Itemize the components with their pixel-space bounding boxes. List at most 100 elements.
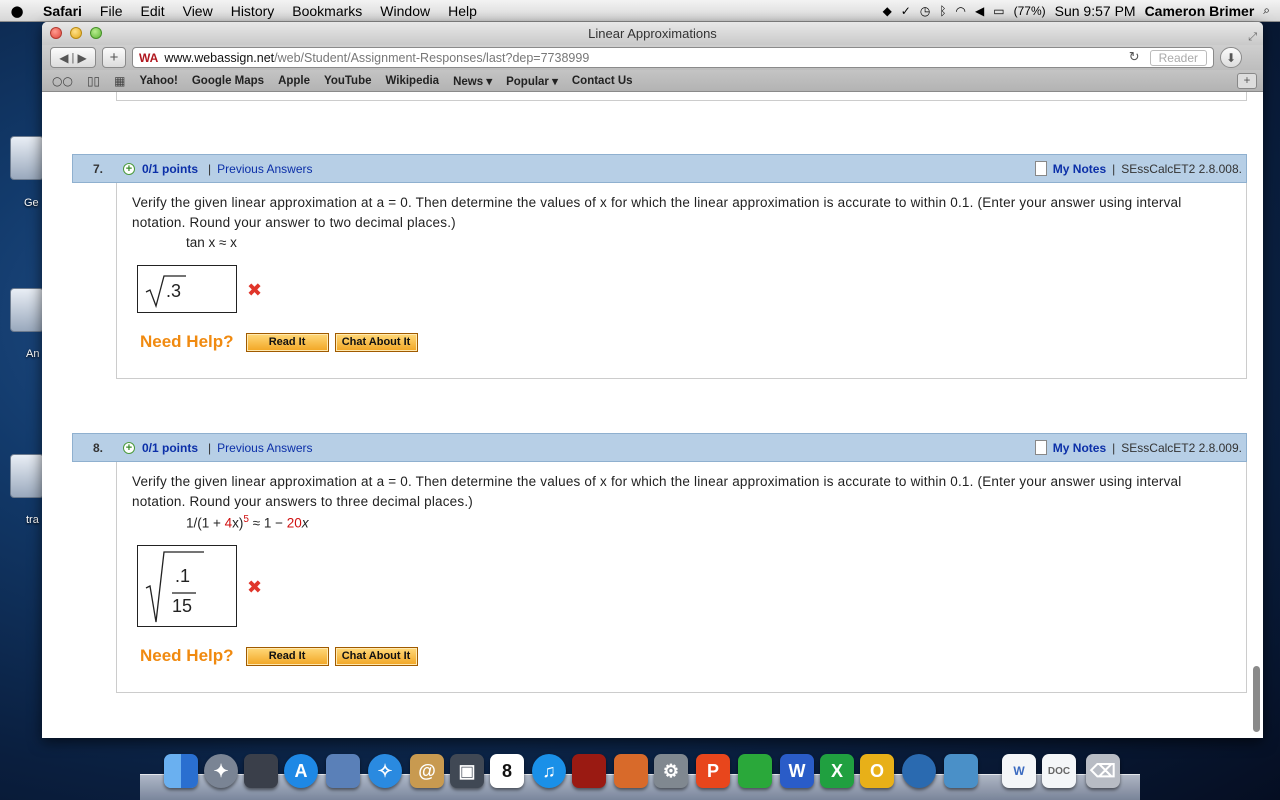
menu-view[interactable]: View [174, 3, 222, 19]
safari-icon[interactable]: ✧ [368, 754, 402, 788]
itunes-icon[interactable]: ♫ [532, 754, 566, 788]
close-window-button[interactable] [50, 27, 62, 39]
reading-list-icon[interactable]: ○○ [52, 74, 73, 88]
expand-plus-icon[interactable]: + [123, 441, 135, 454]
zoom-window-button[interactable] [90, 27, 102, 39]
reload-icon[interactable]: ↻ [1129, 50, 1140, 65]
check-icon[interactable]: ✓ [901, 4, 911, 18]
facetime-icon[interactable]: ▣ [450, 754, 484, 788]
preview-icon[interactable] [326, 754, 360, 788]
battery-icon[interactable]: ▭ [993, 4, 1004, 18]
expand-plus-icon[interactable]: + [123, 162, 135, 175]
chat-about-it-button[interactable]: Chat About It [334, 332, 418, 352]
network-icon[interactable] [902, 754, 936, 788]
previous-answers-link[interactable]: Previous Answers [217, 441, 312, 455]
messenger-icon[interactable] [738, 754, 772, 788]
desktop-file-icon[interactable] [10, 288, 44, 332]
answer-box[interactable]: .3 [137, 265, 237, 313]
user-name[interactable]: Cameron Brimer [1145, 3, 1255, 19]
menu-help[interactable]: Help [439, 3, 486, 19]
document-icon[interactable]: W [1002, 754, 1036, 788]
time-machine-icon[interactable]: ◷ [920, 4, 930, 18]
menu-safari[interactable]: Safari [34, 3, 91, 19]
top-sites-grid-icon[interactable]: ▦ [114, 74, 125, 88]
dropbox-icon[interactable]: ◆ [883, 4, 892, 18]
address-bar[interactable]: WA www.webassign.net/web/Student/Assignm… [132, 47, 1214, 68]
outlook-icon[interactable]: O [860, 754, 894, 788]
reader-button[interactable]: Reader [1149, 49, 1207, 66]
read-it-button[interactable]: Read It [245, 332, 329, 352]
my-notes-link[interactable]: My Notes [1053, 441, 1106, 455]
menu-bar: ● Safari File Edit View History Bookmark… [0, 0, 1280, 22]
app-store-icon[interactable]: A [284, 754, 318, 788]
bookmark-google-maps[interactable]: Google Maps [192, 75, 264, 87]
contacts-icon[interactable]: @ [410, 754, 444, 788]
downloads-button[interactable]: ⬇ [1220, 47, 1242, 68]
desktop-file-icon[interactable] [10, 454, 44, 498]
menu-clock[interactable]: Sun 9:57 PM [1055, 3, 1136, 19]
desktop-label: An [26, 348, 40, 360]
iphoto-icon[interactable] [614, 754, 648, 788]
remote-desktop-icon[interactable] [944, 754, 978, 788]
new-tab-button[interactable]: + [1237, 72, 1257, 89]
launchpad-icon[interactable]: ✦ [204, 754, 238, 788]
bluetooth-icon[interactable]: ᛒ [939, 4, 946, 18]
photo-booth-icon[interactable] [244, 754, 278, 788]
incorrect-x-icon: ✖ [247, 577, 263, 598]
minimize-window-button[interactable] [70, 27, 82, 39]
question-formula: tan x ≈ x [186, 235, 237, 250]
need-help-row: Need Help? Read It Chat About It [140, 332, 418, 352]
document-icon[interactable]: DOC [1042, 754, 1076, 788]
back-icon[interactable]: ◀ [59, 51, 68, 65]
menu-window[interactable]: Window [371, 3, 439, 19]
menu-history[interactable]: History [222, 3, 284, 19]
page-content: 7. + 0/1 points | Previous Answers My No… [42, 92, 1263, 738]
bookmark-apple[interactable]: Apple [278, 75, 310, 87]
my-notes-link[interactable]: My Notes [1053, 162, 1106, 176]
vertical-scrollbar-thumb[interactable] [1253, 666, 1260, 732]
question-8-body: Verify the given linear approximation at… [116, 462, 1247, 693]
apple-menu-icon[interactable]: ● [0, 2, 34, 20]
powerpoint-icon[interactable]: P [696, 754, 730, 788]
need-help-row: Need Help? Read It Chat About It [140, 646, 418, 666]
calendar-icon[interactable]: 8 [490, 754, 524, 788]
excel-icon[interactable]: X [820, 754, 854, 788]
finder-icon[interactable] [164, 754, 198, 788]
answer-box[interactable]: .1 15 [137, 545, 237, 627]
bookmark-popular-menu[interactable]: Popular ▾ [506, 74, 558, 88]
dock: ✦ A ✧ @ ▣ 8 ♫ ⚙ P W X O W DOC ⌫ [140, 744, 1140, 800]
bookmark-youtube[interactable]: YouTube [324, 75, 371, 87]
question-code: SEssCalcET2 2.8.009. [1121, 440, 1242, 455]
back-forward-buttons[interactable]: ◀ | ▶ [50, 47, 96, 68]
bookmark-wikipedia[interactable]: Wikipedia [386, 75, 440, 87]
volume-icon[interactable]: ◀ [975, 4, 984, 18]
bookmark-yahoo[interactable]: Yahoo! [140, 75, 178, 87]
bookmarks-bar: ○○ ▯▯ ▦ Yahoo! Google Maps Apple YouTube… [42, 70, 1263, 92]
desktop-file-icon[interactable] [10, 136, 44, 180]
bookmark-contact-us[interactable]: Contact Us [572, 75, 633, 87]
formula-part: ≈ 1 − [248, 515, 287, 531]
note-icon[interactable] [1034, 440, 1047, 455]
wifi-icon[interactable]: ◠ [956, 4, 966, 18]
word-icon[interactable]: W [780, 754, 814, 788]
trash-icon[interactable]: ⌫ [1086, 754, 1120, 788]
add-bookmark-button[interactable]: + [102, 47, 126, 68]
bookmark-news-menu[interactable]: News ▾ [453, 74, 492, 88]
menu-bookmarks[interactable]: Bookmarks [283, 3, 371, 19]
spotlight-search-icon[interactable]: ⌕ [1263, 3, 1270, 18]
separator: | [1112, 161, 1116, 176]
fullscreen-icon[interactable]: ⤢ [1248, 25, 1257, 48]
system-preferences-icon[interactable]: ⚙ [654, 754, 688, 788]
forward-icon[interactable]: ▶ [77, 51, 86, 65]
question-points: 0/1 points [142, 161, 199, 176]
photo-slideshow-icon[interactable] [572, 754, 606, 788]
menu-edit[interactable]: Edit [131, 3, 173, 19]
note-icon[interactable] [1034, 161, 1047, 176]
separator: | [208, 440, 212, 455]
chat-about-it-button[interactable]: Chat About It [334, 646, 418, 666]
previous-question-box [116, 92, 1247, 101]
previous-answers-link[interactable]: Previous Answers [217, 162, 312, 176]
bookmarks-book-icon[interactable]: ▯▯ [87, 74, 100, 88]
read-it-button[interactable]: Read It [245, 646, 329, 666]
menu-file[interactable]: File [91, 3, 132, 19]
